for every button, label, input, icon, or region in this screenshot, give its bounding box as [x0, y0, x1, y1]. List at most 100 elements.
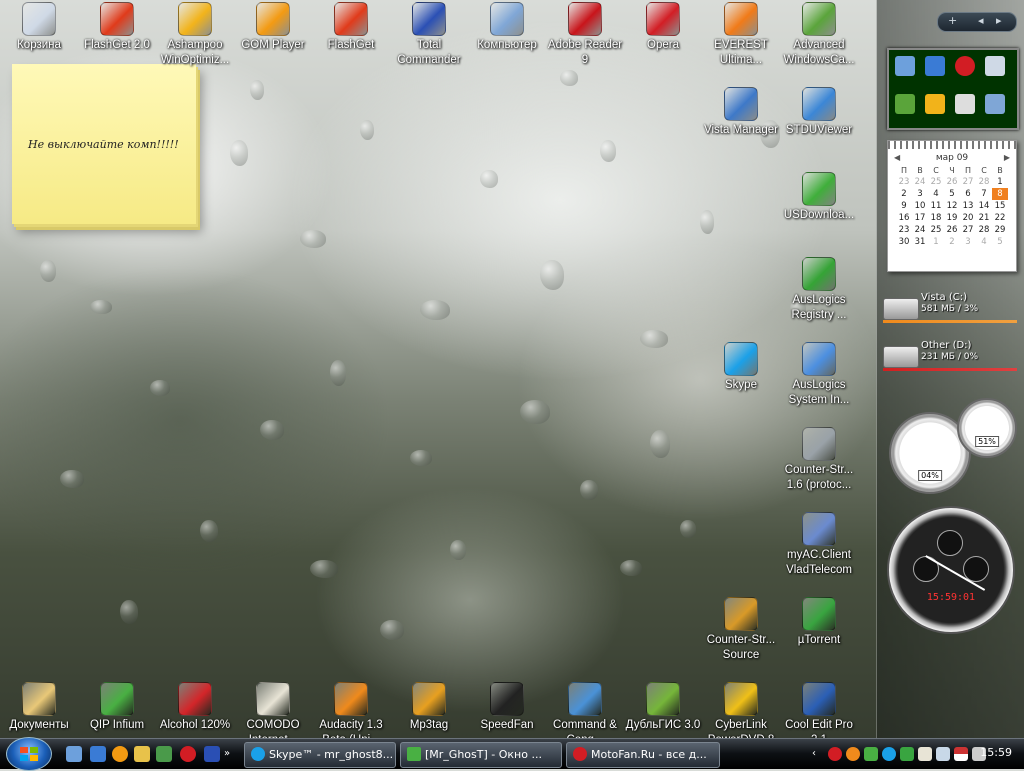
gom-player-icon[interactable]: [112, 746, 128, 762]
start-button[interactable]: [6, 737, 52, 771]
desktop-icon[interactable]: Skype: [702, 342, 780, 393]
calendar-day[interactable]: 23: [896, 176, 912, 188]
calendar-day[interactable]: 29: [992, 224, 1008, 236]
desktop-icon[interactable]: ДубльГИС 3.0: [624, 682, 702, 733]
quicklaunch-app-icon[interactable]: [204, 746, 220, 762]
calendar-day[interactable]: 3: [960, 236, 976, 248]
quicklaunch-app-icon[interactable]: [156, 746, 172, 762]
quicklaunch-tool-icon[interactable]: [134, 746, 150, 762]
desktop-icon[interactable]: Opera: [624, 2, 702, 53]
calendar-day[interactable]: 4: [976, 236, 992, 248]
desktop-icon[interactable]: Компьютер: [468, 2, 546, 53]
calendar-day[interactable]: 6: [960, 188, 976, 200]
desktop-icon[interactable]: Ashampoo WinOptimiz...: [156, 2, 234, 68]
calendar-day[interactable]: 2: [896, 188, 912, 200]
calendar-day[interactable]: 14: [976, 200, 992, 212]
calendar-day[interactable]: 7: [976, 188, 992, 200]
taskbar-clock[interactable]: 15:59: [980, 746, 1012, 759]
calendar-day[interactable]: 3: [912, 188, 928, 200]
calendar-day[interactable]: 22: [992, 212, 1008, 224]
opera-icon[interactable]: [180, 746, 196, 762]
calendar-day[interactable]: 24: [912, 224, 928, 236]
desktop-icon[interactable]: AusLogics System In...: [780, 342, 858, 408]
utorrent-tray-icon[interactable]: [900, 747, 914, 761]
calendar-day[interactable]: 25: [928, 224, 944, 236]
desktop-icon[interactable]: USDownloa...: [780, 172, 858, 223]
calendar-next-icon[interactable]: ▶: [1004, 153, 1010, 162]
calendar-day[interactable]: 21: [976, 212, 992, 224]
tray-app-icon[interactable]: [846, 747, 860, 761]
app-launcher-gadget[interactable]: [887, 48, 1019, 130]
tray-expand-icon[interactable]: ‹: [812, 747, 820, 761]
add-gadget-icon[interactable]: +: [948, 14, 957, 27]
desktop-icon[interactable]: Документы: [0, 682, 78, 733]
sticky-note[interactable]: Не выключайте комп!!!!!: [12, 64, 196, 224]
desktop-icon[interactable]: STDUViewer: [780, 87, 858, 138]
calendar-day[interactable]: 23: [896, 224, 912, 236]
calendar-day[interactable]: 27: [960, 176, 976, 188]
tools-icon[interactable]: [925, 94, 945, 114]
language-flag-icon[interactable]: [954, 747, 968, 761]
desktop-icon[interactable]: myAC.Client VladTelecom: [780, 512, 858, 578]
chart-icon[interactable]: [895, 94, 915, 114]
calendar-day[interactable]: 1: [992, 176, 1008, 188]
desktop-icon[interactable]: Alcohol 120%: [156, 682, 234, 733]
calculator-icon[interactable]: [985, 94, 1005, 114]
calendar-day[interactable]: 28: [976, 224, 992, 236]
prev-gadget-icon[interactable]: ◂: [978, 14, 984, 27]
taskbar-button-skype[interactable]: Skype™ - mr_ghost8...: [244, 742, 396, 768]
calendar-day[interactable]: 5: [944, 188, 960, 200]
chess-icon[interactable]: [955, 94, 975, 114]
calendar-day[interactable]: 31: [912, 236, 928, 248]
calendar-day[interactable]: 2: [944, 236, 960, 248]
calendar-day[interactable]: 26: [944, 224, 960, 236]
calendar-prev-icon[interactable]: ◀: [894, 153, 900, 162]
desktop-icon[interactable]: QIP Infium: [78, 682, 156, 733]
desktop-icon[interactable]: Vista Manager: [702, 87, 780, 138]
switch-windows-icon[interactable]: [90, 746, 106, 762]
opera-icon[interactable]: [955, 56, 975, 76]
calendar-day[interactable]: 8: [992, 188, 1008, 200]
computer-icon[interactable]: [895, 56, 915, 76]
desktop-icon[interactable]: FlashGet: [312, 2, 390, 53]
recycle-bin-icon[interactable]: [985, 56, 1005, 76]
calendar-gadget[interactable]: ◀ мар 09 ▶ ПВСЧПСВ 23 24 25 26 27 28 1 2 3 4 5 6 7 8 9…: [887, 140, 1017, 272]
windows-icon[interactable]: [925, 56, 945, 76]
show-desktop-icon[interactable]: [66, 746, 82, 762]
calendar-day[interactable]: 20: [960, 212, 976, 224]
calendar-day[interactable]: 11: [928, 200, 944, 212]
calendar-day[interactable]: 24: [912, 176, 928, 188]
calendar-day[interactable]: 4: [928, 188, 944, 200]
calendar-day[interactable]: 13: [960, 200, 976, 212]
skype-tray-icon[interactable]: [882, 747, 896, 761]
taskbar-button-opera[interactable]: MotoFan.Ru - все д...: [566, 742, 720, 768]
desktop-icon[interactable]: Counter-Str... Source: [702, 597, 780, 663]
network-icon[interactable]: [936, 747, 950, 761]
desktop-icon[interactable]: Total Commander: [390, 2, 468, 68]
calendar-day[interactable]: 15: [992, 200, 1008, 212]
calendar-day[interactable]: 5: [992, 236, 1008, 248]
calendar-day[interactable]: 9: [896, 200, 912, 212]
quicklaunch-overflow-icon[interactable]: »: [224, 746, 234, 762]
calendar-day[interactable]: 28: [976, 176, 992, 188]
calendar-day[interactable]: 25: [928, 176, 944, 188]
desktop-icon[interactable]: Adobe Reader 9: [546, 2, 624, 68]
desktop-icon[interactable]: SpeedFan: [468, 682, 546, 733]
desktop-icon[interactable]: Корзина: [0, 2, 78, 53]
next-gadget-icon[interactable]: ▸: [996, 14, 1002, 27]
desktop-icon[interactable]: EVEREST Ultima...: [702, 2, 780, 68]
desktop-icon[interactable]: Mp3tag: [390, 682, 468, 733]
calendar-day[interactable]: 18: [928, 212, 944, 224]
calendar-day[interactable]: 17: [912, 212, 928, 224]
desktop-icon[interactable]: AusLogics Registry ...: [780, 257, 858, 323]
calendar-day[interactable]: 12: [944, 200, 960, 212]
calendar-day[interactable]: 27: [960, 224, 976, 236]
calendar-day[interactable]: 1: [928, 236, 944, 248]
qip-tray-icon[interactable]: [864, 747, 878, 761]
calendar-day[interactable]: 26: [944, 176, 960, 188]
taskbar-button-qip-chat[interactable]: [Mr_GhosT] - Окно ...: [400, 742, 562, 768]
desktop-icon[interactable]: Advanced WindowsCa...: [780, 2, 858, 68]
calendar-day[interactable]: 10: [912, 200, 928, 212]
desktop-icon[interactable]: FlashGet 2.0: [78, 2, 156, 53]
desktop-icon[interactable]: µTorrent: [780, 597, 858, 648]
